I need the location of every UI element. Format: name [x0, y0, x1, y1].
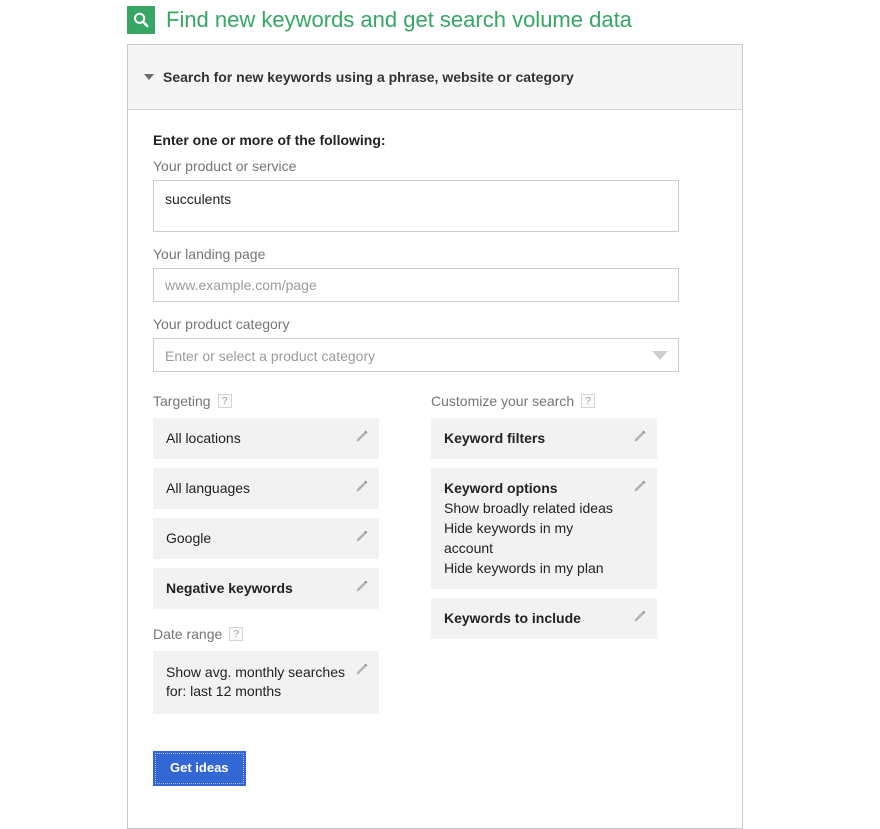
- targeting-card-search-network[interactable]: Google: [153, 518, 379, 559]
- pencil-icon[interactable]: [632, 479, 647, 494]
- form-heading: Enter one or more of the following:: [153, 132, 718, 148]
- date-range-line-2: for: last 12 months: [166, 682, 345, 701]
- card-title: Keywords to include: [444, 609, 623, 628]
- landing-page-label: Your landing page: [153, 246, 718, 262]
- card-title: Google: [166, 529, 345, 548]
- keyword-options-card[interactable]: Keyword options Show broadly related ide…: [431, 468, 657, 589]
- pencil-icon[interactable]: [632, 429, 647, 444]
- date-range-heading: Date range: [153, 626, 222, 642]
- product-category-label: Your product category: [153, 316, 718, 332]
- date-range-heading-row: Date range ?: [153, 625, 379, 643]
- keyword-option-item: Hide keywords in my plan: [444, 558, 623, 578]
- keyword-option-item: Hide keywords in my account: [444, 518, 623, 558]
- field-landing-page: Your landing page: [153, 246, 718, 302]
- card-title: Keyword options: [444, 479, 623, 498]
- help-icon[interactable]: ?: [229, 627, 243, 641]
- help-icon[interactable]: ?: [218, 394, 232, 408]
- page-title-row: Find new keywords and get search volume …: [127, 6, 632, 34]
- customize-heading: Customize your search: [431, 393, 574, 409]
- date-range-card[interactable]: Show avg. monthly searches for: last 12 …: [153, 651, 379, 714]
- keyword-filters-card[interactable]: Keyword filters: [431, 418, 657, 459]
- field-product-category: Your product category Enter or select a …: [153, 316, 718, 372]
- pencil-icon[interactable]: [354, 429, 369, 444]
- page-title: Find new keywords and get search volume …: [166, 7, 632, 33]
- product-or-service-input[interactable]: [153, 180, 679, 232]
- options-columns: Targeting ? All locations All languages: [153, 392, 718, 723]
- targeting-heading-row: Targeting ?: [153, 392, 379, 410]
- panel-header-title: Search for new keywords using a phrase, …: [163, 69, 574, 85]
- get-ideas-button[interactable]: Get ideas: [153, 751, 246, 786]
- search-icon: [127, 6, 155, 34]
- pencil-icon[interactable]: [632, 609, 647, 624]
- panel-header-toggle[interactable]: Search for new keywords using a phrase, …: [128, 45, 742, 110]
- targeting-card-negative-keywords[interactable]: Negative keywords: [153, 568, 379, 609]
- targeting-card-locations[interactable]: All locations: [153, 418, 379, 459]
- pencil-icon[interactable]: [354, 579, 369, 594]
- panel-body: Enter one or more of the following: Your…: [128, 110, 742, 828]
- card-title: All languages: [166, 479, 345, 498]
- pencil-icon[interactable]: [354, 529, 369, 544]
- pencil-icon[interactable]: [354, 479, 369, 494]
- targeting-column: Targeting ? All locations All languages: [153, 392, 379, 723]
- chevron-down-icon: [652, 351, 668, 360]
- customize-heading-row: Customize your search ?: [431, 392, 657, 410]
- keywords-to-include-card[interactable]: Keywords to include: [431, 598, 657, 639]
- date-range-line-1: Show avg. monthly searches: [166, 663, 345, 682]
- product-or-service-label: Your product or service: [153, 158, 718, 174]
- product-category-select[interactable]: Enter or select a product category: [153, 338, 679, 372]
- chevron-down-icon: [144, 74, 154, 80]
- targeting-card-languages[interactable]: All languages: [153, 468, 379, 509]
- pencil-icon[interactable]: [354, 662, 369, 677]
- keyword-planner-panel: Search for new keywords using a phrase, …: [127, 44, 743, 829]
- landing-page-input[interactable]: [153, 268, 679, 302]
- customize-column: Customize your search ? Keyword filters …: [431, 392, 657, 723]
- card-title: Negative keywords: [166, 579, 345, 598]
- help-icon[interactable]: ?: [581, 394, 595, 408]
- product-category-placeholder: Enter or select a product category: [153, 338, 679, 372]
- card-title: All locations: [166, 429, 345, 448]
- card-title: Keyword filters: [444, 429, 623, 448]
- targeting-heading: Targeting: [153, 393, 211, 409]
- field-product-or-service: Your product or service: [153, 158, 718, 232]
- submit-row: Get ideas: [153, 751, 718, 786]
- keyword-option-item: Show broadly related ideas: [444, 498, 623, 518]
